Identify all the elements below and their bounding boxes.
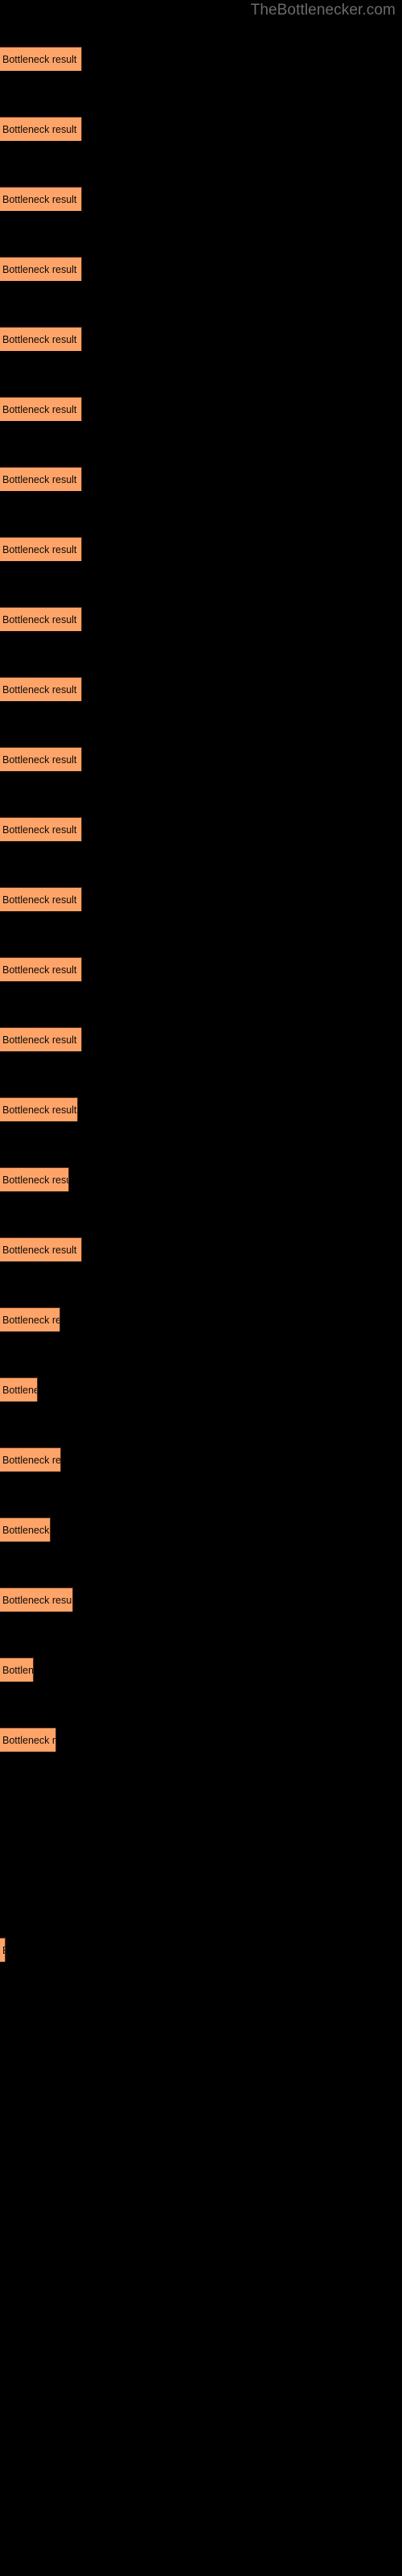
bar-result-12: Bottleneck result (0, 817, 82, 841)
bar-label: Bottleneck result (2, 1384, 37, 1396)
bar-row: Bottleneck result (0, 817, 82, 841)
bar-result-22: Bottleneck result (0, 1517, 51, 1542)
bar-row: Bottleneck result (0, 1517, 51, 1542)
bar-row: Bottleneck result (0, 607, 82, 631)
bar-result-16: Bottleneck result (0, 1097, 78, 1121)
bar-result-24: Bottleneck result (0, 1657, 34, 1682)
bar-result-6: Bottleneck result (0, 397, 82, 421)
bar-label: Bottleneck result (2, 683, 77, 696)
bar-label: Bottleneck result (2, 333, 77, 345)
bar-result-3: Bottleneck result (0, 187, 82, 211)
bar-row: Bottleneck result (0, 957, 82, 981)
bar-row: Bottleneck result (0, 1027, 82, 1051)
bar-result-28: Bottleneck result (0, 1938, 6, 1962)
bar-result-1: Bottleneck result (0, 47, 82, 71)
bar-label: Bottleneck result (2, 1945, 5, 1955)
bar-label: Bottleneck result (2, 1524, 50, 1536)
bar-result-15: Bottleneck result (0, 1027, 82, 1051)
bar-row: Bottleneck result (0, 747, 82, 771)
bar-row: Bottleneck result (0, 47, 82, 71)
bar-label: Bottleneck result (2, 1174, 68, 1186)
bar-row: Bottleneck result (0, 1657, 34, 1682)
bar-label: Bottleneck result (2, 1454, 61, 1466)
bar-row: Bottleneck result (0, 1587, 73, 1612)
bar-result-21: Bottleneck result (0, 1447, 61, 1472)
bar-result-19: Bottleneck result (0, 1307, 60, 1331)
bar-row: Bottleneck result (0, 187, 82, 211)
bar-row: Bottleneck result (0, 1447, 61, 1472)
bar-label: Bottleneck result (2, 123, 77, 135)
bar-row: Bottleneck result (0, 1307, 60, 1331)
bar-label: Bottleneck result (2, 53, 77, 65)
bar-label: Bottleneck result (2, 403, 77, 415)
bar-result-13: Bottleneck result (0, 887, 82, 911)
bar-label: Bottleneck result (2, 263, 77, 275)
bar-label: Bottleneck result (2, 473, 77, 485)
bar-row: Bottleneck result (0, 397, 82, 421)
bar-result-17: Bottleneck result (0, 1167, 69, 1191)
bar-result-4: Bottleneck result (0, 257, 82, 281)
bar-label: Bottleneck result (2, 1594, 73, 1606)
bar-row: Bottleneck result (0, 1167, 69, 1191)
bar-result-18: Bottleneck result (0, 1237, 82, 1261)
page-title: TheBottlenecker.com (250, 2, 396, 19)
bar-result-23: Bottleneck result (0, 1587, 73, 1612)
bar-row: Bottleneck result (0, 1097, 78, 1121)
bar-row: Bottleneck result (0, 257, 82, 281)
bar-label: Bottleneck result (2, 1314, 59, 1326)
bar-result-9: Bottleneck result (0, 607, 82, 631)
bar-label: Bottleneck result (2, 613, 77, 625)
bar-label: Bottleneck result (2, 1104, 77, 1116)
bar-label: Bottleneck result (2, 1664, 34, 1676)
chart-canvas: TheBottlenecker.com Bottleneck result Bot… (0, 0, 402, 2576)
bar-row: Bottleneck result (0, 887, 82, 911)
bar-label: Bottleneck result (2, 193, 77, 205)
bar-label: Bottleneck result (2, 1244, 77, 1256)
bar-row: Bottleneck result (0, 1728, 56, 1752)
bar-row: Bottleneck result (0, 677, 82, 701)
bar-result-5: Bottleneck result (0, 327, 82, 351)
bar-result-2: Bottleneck result (0, 117, 82, 141)
bar-result-20: Bottleneck result (0, 1377, 38, 1402)
bar-result-14: Bottleneck result (0, 957, 82, 981)
bar-label: Bottleneck result (2, 964, 77, 976)
bar-result-25: Bottleneck result (0, 1728, 56, 1752)
bar-row: Bottleneck result (0, 1377, 38, 1402)
bar-label: Bottleneck result (2, 824, 77, 836)
bar-row: Bottleneck result (0, 1237, 82, 1261)
bar-label: Bottleneck result (2, 1734, 56, 1746)
bar-row: Bottleneck result (0, 467, 82, 491)
bar-row: Bottleneck result (0, 327, 82, 351)
bar-label: Bottleneck result (2, 894, 77, 906)
bar-result-11: Bottleneck result (0, 747, 82, 771)
bar-label: Bottleneck result (2, 753, 77, 766)
bar-label: Bottleneck result (2, 543, 77, 555)
bar-result-7: Bottleneck result (0, 467, 82, 491)
bar-row: Bottleneck result (0, 537, 82, 561)
bar-label: Bottleneck result (2, 1034, 77, 1046)
bar-row: Bottleneck result (0, 1938, 6, 1962)
bar-row: Bottleneck result (0, 117, 82, 141)
bar-result-10: Bottleneck result (0, 677, 82, 701)
bar-result-8: Bottleneck result (0, 537, 82, 561)
